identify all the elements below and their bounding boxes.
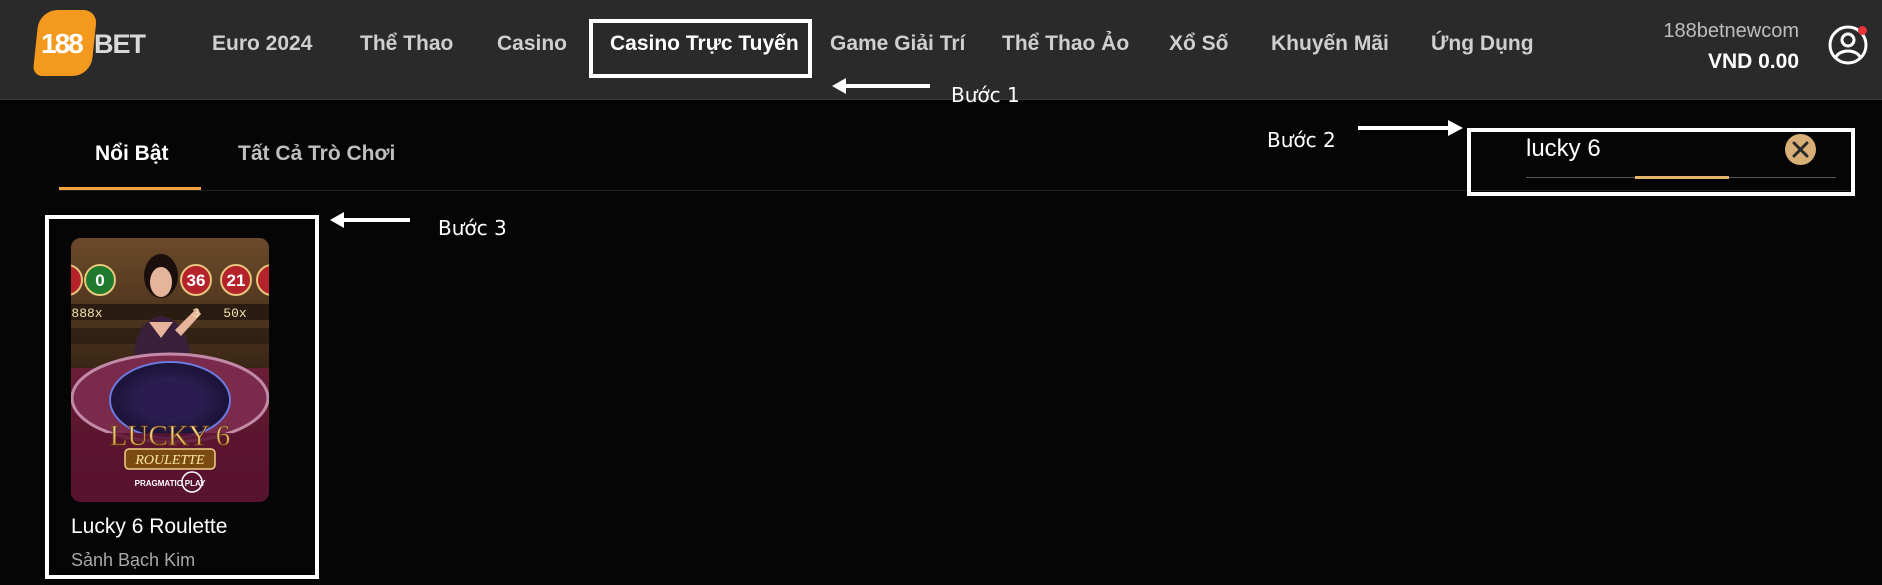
logo-number: 188 [41, 28, 84, 59]
nav-the-thao-ao[interactable]: Thể Thao Ảo [1002, 32, 1129, 56]
logo-text: BET [94, 29, 146, 59]
site-logo[interactable]: 188 BET [32, 10, 146, 76]
step2-highlight-box [1467, 128, 1855, 196]
step2-label: Bước 2 [1267, 128, 1336, 152]
nav-euro-2024[interactable]: Euro 2024 [212, 32, 312, 56]
step3-highlight-box [45, 215, 319, 579]
tab-tat-ca-tro-choi[interactable]: Tất Cả Trò Chơi [238, 142, 395, 166]
nav-ung-dung[interactable]: Ứng Dụng [1431, 32, 1534, 56]
nav-casino[interactable]: Casino [497, 32, 567, 56]
tab-noi-bat[interactable]: Nổi Bật [95, 142, 169, 166]
nav-khuyen-mai[interactable]: Khuyến Mãi [1271, 32, 1389, 56]
nav-game-giai-tri[interactable]: Game Giải Trí [830, 32, 965, 56]
step3-label: Bước 3 [438, 216, 507, 240]
account-balance: VND 0.00 [1707, 50, 1799, 73]
username: 188betnewcom [1663, 20, 1799, 42]
nav-the-thao[interactable]: Thể Thao [360, 32, 453, 56]
notification-dot [1858, 26, 1867, 35]
step1-arrow-icon [832, 78, 930, 94]
nav-xo-so[interactable]: Xổ Số [1169, 32, 1229, 56]
step1-highlight-box [589, 19, 812, 78]
step2-arrow-icon [1358, 120, 1463, 136]
step1-label: Bước 1 [951, 83, 1020, 107]
step3-arrow-icon [330, 212, 410, 228]
